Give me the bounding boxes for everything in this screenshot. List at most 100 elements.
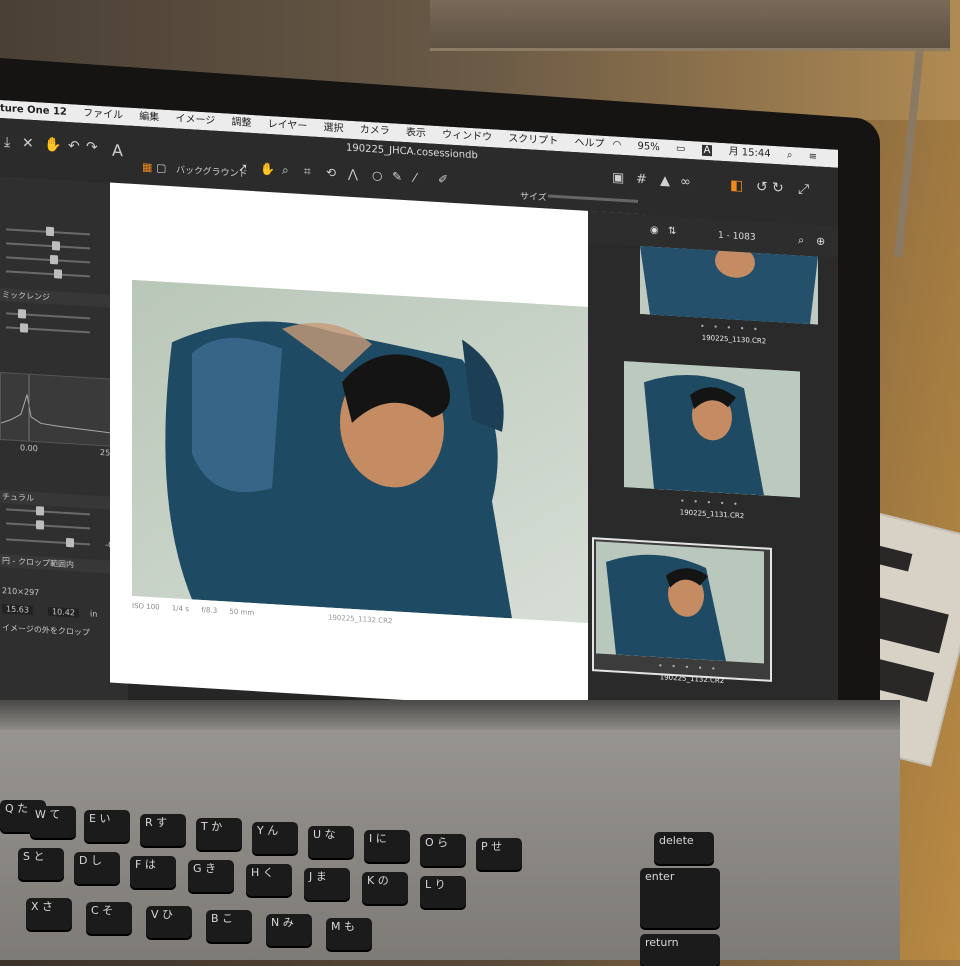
- viewer-background-select[interactable]: バックグラウンド: [176, 162, 248, 179]
- export-icon[interactable]: ▣: [612, 170, 624, 186]
- rotate-left-icon[interactable]: ↺: [756, 179, 768, 196]
- input-source-icon[interactable]: A: [701, 144, 713, 157]
- slider-highlight[interactable]: [6, 309, 90, 320]
- crop-height[interactable]: 10.42: [48, 606, 79, 618]
- key-l[interactable]: L り: [420, 876, 466, 908]
- key-g[interactable]: G き: [188, 860, 234, 892]
- size-slider[interactable]: [548, 194, 638, 203]
- hand-icon[interactable]: ✋: [44, 137, 61, 154]
- menu-file[interactable]: ファイル: [83, 108, 123, 121]
- menu-layer[interactable]: レイヤー: [268, 119, 308, 132]
- menu-select[interactable]: 選択: [324, 122, 344, 134]
- key-r[interactable]: R す: [140, 814, 186, 846]
- browser-sort-icon[interactable]: ⇅: [668, 226, 676, 237]
- key-c[interactable]: C そ: [86, 902, 132, 934]
- crop-unit[interactable]: in: [90, 609, 97, 618]
- key-y[interactable]: Y ん: [252, 822, 298, 854]
- menu-script[interactable]: スクリプト: [508, 133, 558, 147]
- undo-icon[interactable]: ↶: [68, 138, 80, 155]
- key-u[interactable]: U な: [308, 826, 354, 858]
- slider-natural-2[interactable]: [6, 520, 90, 530]
- rotate-right-icon[interactable]: ↻: [772, 180, 784, 197]
- key-e[interactable]: E い: [84, 810, 130, 842]
- key-delete[interactable]: delete: [654, 832, 714, 864]
- grid-view-icon[interactable]: ▦: [142, 160, 152, 174]
- slider-2[interactable]: [6, 241, 90, 251]
- key-f[interactable]: F は: [130, 856, 176, 888]
- browser-zoom-icon[interactable]: ⊕: [816, 234, 825, 248]
- menu-window[interactable]: ウィンドウ: [442, 129, 492, 143]
- stack-icon[interactable]: ◧: [730, 177, 743, 194]
- key-i[interactable]: I に: [364, 830, 410, 862]
- battery-icon[interactable]: ▭: [676, 143, 685, 155]
- expand-icon[interactable]: ⤢: [798, 181, 809, 198]
- rating-1131[interactable]: • • • • •: [680, 496, 741, 509]
- key-return[interactable]: return: [640, 934, 720, 966]
- key-p[interactable]: P せ: [476, 838, 522, 870]
- slider-4[interactable]: [6, 269, 90, 279]
- browser-search-icon[interactable]: ⌕: [798, 233, 804, 247]
- brush-icon[interactable]: ✎: [392, 169, 402, 184]
- key-m[interactable]: M も: [326, 918, 372, 950]
- clock[interactable]: 月 15:44: [729, 146, 771, 159]
- cursor-icon[interactable]: ➚: [238, 160, 248, 175]
- circle-icon[interactable]: ○: [372, 168, 382, 183]
- grid-icon[interactable]: #: [636, 172, 647, 188]
- import-icon[interactable]: ⤓: [4, 134, 10, 150]
- key-b[interactable]: B こ: [206, 910, 252, 942]
- thumbnail-1131[interactable]: [624, 361, 800, 498]
- key-t[interactable]: T か: [196, 818, 242, 850]
- eyedropper-icon[interactable]: ⁄: [414, 171, 416, 185]
- close-icon[interactable]: ✕: [22, 135, 34, 152]
- text-icon[interactable]: A: [112, 141, 123, 161]
- menu-adjust[interactable]: 調整: [231, 117, 251, 129]
- single-view-icon[interactable]: ▢: [156, 161, 166, 175]
- main-photo[interactable]: [132, 279, 618, 625]
- slider-3[interactable]: [6, 254, 90, 265]
- spotlight-icon[interactable]: ⌕: [787, 150, 793, 161]
- compare-icon[interactable]: ∞: [680, 174, 691, 190]
- screen: ture One 12 ファイル 編集 イメージ 調整 レイヤー 選択 カメラ …: [0, 100, 838, 775]
- key-n[interactable]: N み: [266, 914, 312, 946]
- keystone-icon[interactable]: ⋀: [348, 167, 358, 182]
- rotate-icon[interactable]: ⟲: [326, 165, 336, 180]
- key-j[interactable]: J ま: [304, 868, 350, 900]
- menu-edit[interactable]: 編集: [139, 111, 159, 123]
- menu-list-icon[interactable]: ≡: [809, 151, 817, 162]
- crop-outside-option[interactable]: イメージの外をクロップ: [2, 622, 90, 638]
- pan-icon[interactable]: ✋: [260, 161, 275, 176]
- browser-eye-icon[interactable]: ◉: [650, 225, 659, 237]
- menu-help[interactable]: ヘルプ: [574, 137, 604, 150]
- menu-camera[interactable]: カメラ: [360, 124, 390, 137]
- thumbnail-1132[interactable]: [596, 541, 764, 664]
- battery-percent[interactable]: 95%: [638, 141, 660, 153]
- level-low[interactable]: 0.00: [20, 443, 38, 453]
- key-h[interactable]: H く: [246, 864, 292, 896]
- key-d[interactable]: D し: [74, 852, 120, 884]
- slider-natural-3[interactable]: [6, 537, 90, 548]
- slider-shadow[interactable]: [6, 323, 90, 334]
- key-s[interactable]: S と: [18, 848, 64, 880]
- warning-icon[interactable]: ▲: [660, 173, 670, 189]
- menu-view[interactable]: 表示: [406, 127, 426, 139]
- annotate-icon[interactable]: ✐: [438, 172, 448, 187]
- crop-icon[interactable]: ⌗: [304, 164, 311, 179]
- slider-natural-1[interactable]: [6, 506, 90, 516]
- key-enter[interactable]: enter: [640, 868, 720, 928]
- levels-histogram[interactable]: [0, 372, 122, 448]
- key-x[interactable]: X さ: [26, 898, 72, 930]
- key-v[interactable]: V ひ: [146, 906, 192, 938]
- wifi-icon[interactable]: ◠: [613, 139, 622, 151]
- thumbnail-1130[interactable]: [640, 246, 818, 325]
- key-o[interactable]: O ら: [420, 834, 466, 866]
- slider-1[interactable]: [6, 226, 90, 237]
- menu-image[interactable]: イメージ: [175, 113, 215, 126]
- rating-1130[interactable]: • • • • •: [700, 322, 761, 335]
- crop-width[interactable]: 15.63: [2, 604, 33, 615]
- viewer-filename: 190225_1132.CR2: [328, 613, 393, 626]
- loupe-icon[interactable]: ⌕: [282, 163, 289, 178]
- key-k[interactable]: K の: [362, 872, 408, 904]
- redo-icon[interactable]: ↷: [86, 139, 98, 156]
- key-w[interactable]: W て: [30, 806, 76, 838]
- menu-app-name[interactable]: ture One 12: [0, 103, 67, 118]
